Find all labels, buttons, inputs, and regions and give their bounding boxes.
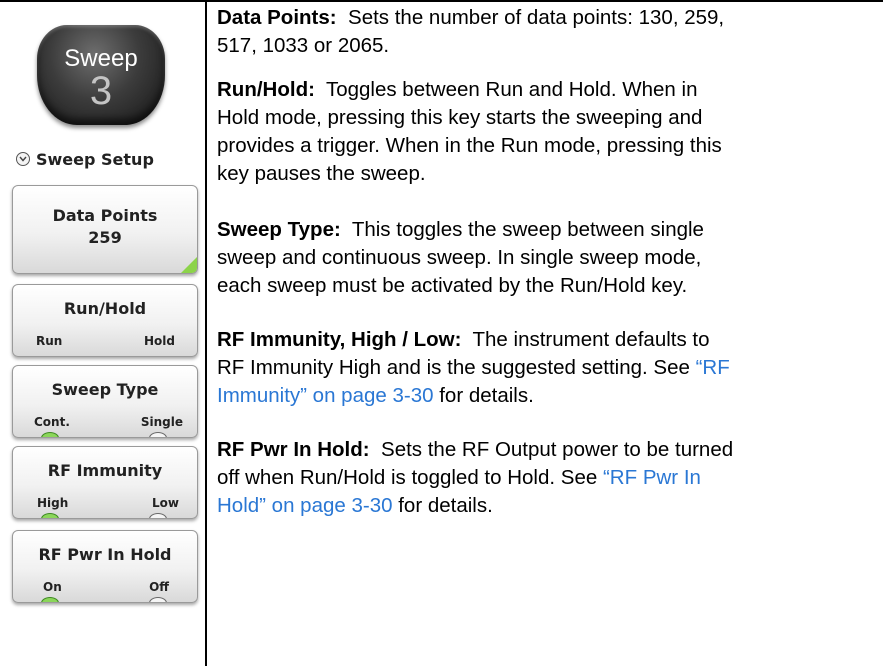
option-cont: Cont.	[34, 415, 70, 429]
inactive-indicator-led	[149, 597, 167, 602]
desc-line: key pauses the sweep.	[217, 162, 426, 185]
term-run-hold: Run/Hold:	[217, 78, 315, 101]
option-on: On	[43, 580, 62, 594]
softkey-value: 259	[88, 228, 122, 247]
rf-immunity-xref-link-cont[interactable]: Immunity” on page 3-30	[217, 384, 434, 407]
rf-pwr-in-hold-xref-link-cont[interactable]: Hold” on page 3-30	[217, 494, 393, 517]
rf-pwr-in-hold-softkey[interactable]: RF Pwr In Hold On Off	[12, 530, 198, 603]
active-indicator-led	[41, 513, 59, 518]
menu-title: Sweep Setup	[36, 149, 154, 169]
term-rf-pwr-in-hold: RF Pwr In Hold:	[217, 438, 370, 461]
rf-immunity-softkey[interactable]: RF Immunity High Low	[12, 446, 198, 519]
desc-tail: for details.	[439, 384, 534, 407]
softkey-label: RF Immunity	[47, 461, 163, 480]
inactive-indicator-led	[149, 432, 167, 437]
softkey-label: RF Pwr In Hold	[38, 545, 172, 564]
desc-line: Sets the number of data points: 130, 259…	[348, 6, 725, 29]
rf-pwr-in-hold-description: RF Pwr In Hold: Sets the RF Output power…	[217, 436, 877, 520]
rf-pwr-in-hold-xref-link[interactable]: “RF Pwr In	[603, 466, 701, 489]
option-single: Single	[140, 415, 183, 429]
desc-tail: for details.	[398, 494, 493, 517]
sweep-hardkey[interactable]: Sweep 3	[37, 25, 165, 125]
option-low: Low	[152, 496, 179, 510]
inactive-indicator-led	[149, 513, 167, 518]
table-column-divider	[205, 0, 207, 666]
submenu-arrow-icon	[181, 257, 197, 273]
term-sweep-type: Sweep Type:	[217, 218, 341, 241]
desc-line: Sets the RF Output power to be turned	[381, 438, 734, 461]
desc-line: This toggles the sweep between single	[351, 218, 704, 241]
rf-immunity-xref-link[interactable]: “RF	[696, 356, 730, 379]
menu-panel: Sweep 3 Sweep Setup Data Points 259 Run/…	[0, 2, 205, 666]
term-rf-immunity: RF Immunity, High / Low:	[217, 328, 462, 351]
desc-line: sweep and continuous sweep. In single sw…	[217, 246, 702, 269]
desc-line: RF Immunity High and is the suggested se…	[217, 356, 690, 379]
menu-header: Sweep Setup	[16, 149, 154, 169]
option-hold: Hold	[144, 334, 175, 348]
option-high: High	[37, 496, 69, 510]
softkey-label: Run/Hold	[63, 299, 147, 318]
hardkey-number: 3	[89, 69, 113, 113]
option-off: Off	[149, 580, 169, 594]
desc-line: each sweep must be activated by the Run/…	[217, 274, 688, 297]
desc-line: 517, 1033 or 2065.	[217, 34, 390, 57]
term-data-points: Data Points:	[217, 6, 337, 29]
softkey-label: Sweep Type	[51, 380, 159, 399]
chevron-down-circle-icon	[16, 152, 30, 166]
run-hold-softkey[interactable]: Run/Hold Run Hold	[12, 284, 198, 357]
rf-immunity-description: RF Immunity, High / Low: The instrument …	[217, 326, 877, 410]
data-points-softkey[interactable]: Data Points 259	[12, 185, 198, 274]
data-points-description: Data Points: Sets the number of data poi…	[217, 4, 877, 60]
option-run: Run	[36, 334, 63, 348]
softkey-label: Data Points	[52, 206, 158, 225]
active-indicator-led	[41, 432, 59, 437]
active-indicator-led	[41, 597, 59, 602]
sweep-type-softkey[interactable]: Sweep Type Cont. Single	[12, 365, 198, 438]
run-hold-description: Run/Hold: Toggles between Run and Hold. …	[217, 76, 877, 188]
sweep-type-description: Sweep Type: This toggles the sweep betwe…	[217, 216, 877, 300]
desc-line: provides a trigger. When in the Run mode…	[217, 134, 722, 157]
desc-line: Hold mode, pressing this key starts the …	[217, 106, 703, 129]
desc-line: off when Run/Hold is toggled to Hold. Se…	[217, 466, 598, 489]
desc-line: The instrument defaults to	[472, 328, 710, 351]
desc-line: Toggles between Run and Hold. When in	[325, 78, 698, 101]
